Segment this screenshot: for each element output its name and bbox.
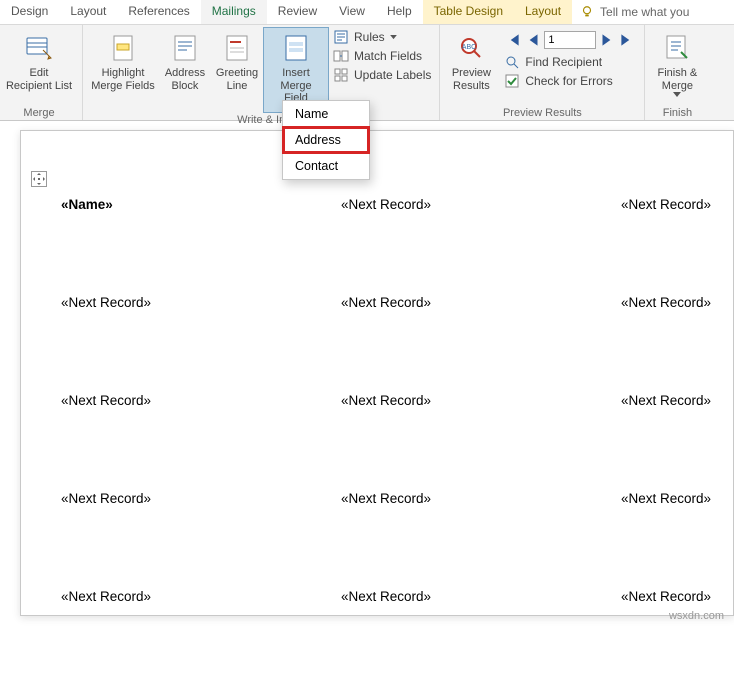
insert-merge-field-icon — [280, 32, 312, 64]
lightbulb-icon — [580, 5, 594, 19]
tab-review[interactable]: Review — [267, 0, 328, 24]
label-cell[interactable]: «Next Record» — [611, 583, 734, 681]
prev-record-button[interactable] — [524, 31, 542, 49]
group-label-merge: Merge — [0, 106, 78, 120]
insert-merge-field-dropdown: Name Address Contact — [282, 100, 370, 180]
recipient-list-icon — [23, 32, 55, 64]
preview-results-button[interactable]: ABC Preview Results — [444, 27, 498, 106]
highlight-label: Highlight Merge Fields — [91, 67, 155, 92]
match-fields-button[interactable]: Match Fields — [333, 48, 431, 64]
label-cell[interactable]: «Name» — [51, 191, 331, 289]
preview-results-label: Preview Results — [452, 67, 491, 92]
tab-table-layout[interactable]: Layout — [514, 0, 572, 24]
chevron-down-icon — [390, 35, 397, 40]
label-table: «Name» «Next Record» «Next Record» «Next… — [51, 191, 733, 681]
tell-me-label: Tell me what you — [600, 5, 689, 19]
find-recipient-button[interactable]: Find Recipient — [504, 54, 636, 70]
find-recipient-icon — [504, 54, 520, 70]
address-block-label: Address Block — [165, 67, 205, 92]
address-block-button[interactable]: Address Block — [159, 27, 211, 113]
watermark: wsxdn.com — [669, 610, 724, 622]
highlight-merge-fields-button[interactable]: Highlight Merge Fields — [87, 27, 159, 113]
edit-recipient-list-label: Edit Recipient List — [6, 67, 72, 92]
greeting-line-icon — [221, 32, 253, 64]
finish-merge-icon — [661, 32, 693, 64]
greeting-line-button[interactable]: Greeting Line — [211, 27, 263, 113]
next-record-button[interactable] — [598, 31, 616, 49]
dropdown-item-contact[interactable]: Contact — [283, 153, 369, 179]
first-record-button[interactable] — [504, 31, 522, 49]
tab-table-design[interactable]: Table Design — [423, 0, 514, 24]
update-labels-button[interactable]: Update Labels — [333, 67, 431, 83]
dropdown-item-name[interactable]: Name — [283, 101, 369, 127]
group-label-write: Write & In — [87, 113, 435, 127]
ribbon-tabs: Design Layout References Mailings Review… — [0, 0, 734, 25]
label-cell[interactable]: «Next Record» — [331, 191, 611, 289]
tab-design[interactable]: Design — [0, 0, 59, 24]
dropdown-item-address[interactable]: Address — [283, 127, 369, 153]
greeting-label: Greeting Line — [216, 67, 258, 92]
update-labels-label: Update Labels — [354, 68, 431, 82]
update-labels-icon — [333, 67, 349, 83]
finish-merge-label: Finish & Merge — [658, 67, 698, 92]
group-label-finish: Finish — [649, 106, 705, 120]
svg-text:ABC: ABC — [462, 44, 476, 51]
label-cell[interactable]: «Next Record» — [51, 583, 331, 681]
finish-merge-button[interactable]: Finish & Merge — [649, 27, 705, 106]
check-errors-button[interactable]: Check for Errors — [504, 73, 636, 89]
edit-recipient-list-button[interactable]: Edit Recipient List — [0, 27, 78, 106]
tab-references[interactable]: References — [117, 0, 200, 24]
rules-label: Rules — [354, 30, 385, 44]
label-cell[interactable]: «Next Record» — [331, 387, 611, 485]
table-move-handle[interactable] — [31, 171, 47, 187]
label-cell[interactable]: «Next Record» — [331, 583, 611, 681]
merge-field-name: «Name» — [61, 197, 113, 212]
rules-icon — [333, 29, 349, 45]
address-block-icon — [169, 32, 201, 64]
label-cell[interactable]: «Next Record» — [611, 485, 734, 583]
label-cell[interactable]: «Next Record» — [611, 289, 734, 387]
check-errors-label: Check for Errors — [525, 74, 612, 88]
document-page[interactable]: «Name» «Next Record» «Next Record» «Next… — [20, 130, 734, 616]
tell-me-search[interactable]: Tell me what you — [572, 0, 697, 24]
label-cell[interactable]: «Next Record» — [51, 289, 331, 387]
label-cell[interactable]: «Next Record» — [611, 191, 734, 289]
record-navigator — [504, 29, 636, 51]
match-fields-label: Match Fields — [354, 49, 422, 63]
label-cell[interactable]: «Next Record» — [51, 485, 331, 583]
find-recipient-label: Find Recipient — [525, 55, 602, 69]
tab-mailings[interactable]: Mailings — [201, 0, 267, 24]
check-errors-icon — [504, 73, 520, 89]
tab-layout[interactable]: Layout — [59, 0, 117, 24]
rules-button[interactable]: Rules — [333, 29, 431, 45]
highlight-icon — [107, 32, 139, 64]
label-cell[interactable]: «Next Record» — [331, 289, 611, 387]
record-number-input[interactable] — [544, 31, 596, 49]
tab-help[interactable]: Help — [376, 0, 423, 24]
label-cell[interactable]: «Next Record» — [611, 387, 734, 485]
group-label-preview: Preview Results — [444, 106, 640, 120]
last-record-button[interactable] — [618, 31, 636, 49]
chevron-down-icon — [673, 92, 681, 98]
preview-results-icon: ABC — [455, 32, 487, 64]
tab-view[interactable]: View — [328, 0, 376, 24]
label-cell[interactable]: «Next Record» — [331, 485, 611, 583]
match-fields-icon — [333, 48, 349, 64]
label-cell[interactable]: «Next Record» — [51, 387, 331, 485]
